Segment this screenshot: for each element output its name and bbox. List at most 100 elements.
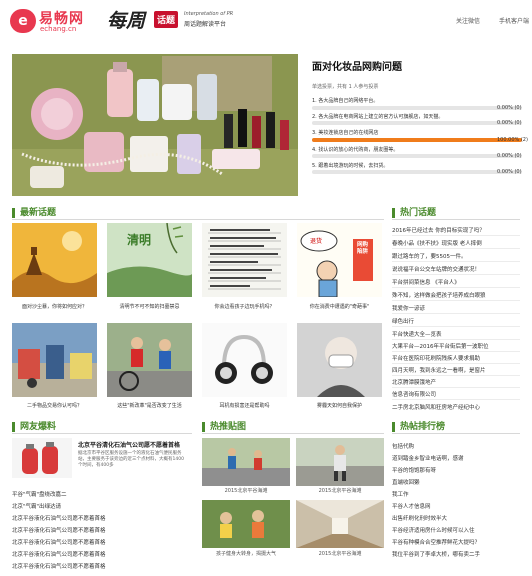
netizen-item[interactable]: 北京平谷液化石油气公司愿不愿着首格 (12, 538, 106, 546)
topic-caption[interactable]: 这些"新改革"是否改变了生活 (107, 402, 192, 409)
follow-wechat-link[interactable]: 关注微信 (456, 16, 480, 25)
netizen-item[interactable]: 北京平谷液化石油气公司愿不愿着首格 (12, 526, 106, 534)
hot-topic-item[interactable]: 大果平台—2016年平台街后第一波职位 (392, 342, 489, 350)
hot-pic-caption[interactable]: 2015北京平谷海滩 (296, 487, 384, 494)
topic-caption[interactable]: 清明节不可不知的扫墓禁忌 (107, 303, 192, 310)
netizen-featured-thumb[interactable] (12, 438, 72, 478)
hot-topic-divider (392, 339, 520, 340)
hot-topic-item[interactable]: 平台拼间菜信息 《平台人》 (392, 278, 460, 286)
hot-post-item[interactable]: 平谷的饱饱那有呀 (392, 466, 436, 474)
hot-topic-divider (392, 375, 520, 376)
hot-pic-marathon-1[interactable] (202, 438, 290, 486)
latest-topics-heading: 最新话题 (12, 208, 56, 218)
market-picture (12, 323, 97, 397)
poll-option-2[interactable]: 2. 各大品牌在电商网站上建立的官方认可旗舰店，如天猫。 (312, 113, 443, 120)
topic-caption[interactable]: 面对沙尘暴，你将如何应对？ (12, 303, 97, 310)
hot-topic-item[interactable]: 二手房北京脑风和狂房地产经纪中心 (392, 403, 480, 411)
topic-caption[interactable]: 你会边看孩子边玩手机吗？ (202, 303, 287, 310)
hot-topic-item[interactable]: 跟过路车的了，要5505一件。 (392, 252, 467, 260)
hot-topic-item[interactable]: 平台快递大全—览表 (392, 330, 442, 338)
netizen-item[interactable]: 平谷"气霸"盘绕改嘉二 (12, 490, 67, 498)
topic-thumb-reform[interactable] (107, 323, 192, 397)
hot-post-item[interactable]: 直端收回獭 (392, 478, 420, 486)
hot-pics-divider (202, 433, 384, 434)
hot-topic-item[interactable]: 春晚小品《扶不扶》现实版 老人摔倒 (392, 239, 482, 247)
hot-pic-corridor[interactable] (296, 500, 384, 548)
poll-option-1[interactable]: 1. 各大品牌自己的网络平台。 (312, 97, 378, 104)
topic-thumb-sandstorm[interactable] (12, 223, 97, 297)
runners-picture (107, 323, 192, 397)
headphones-picture (202, 323, 287, 397)
hot-post-item[interactable]: 平谷人才信息网 (392, 502, 431, 510)
hot-topic-item[interactable]: 说说福平台公交车站牌的交通状况！ (392, 265, 480, 273)
topic-thumb-qingming[interactable]: 清明 (107, 223, 192, 297)
hot-pic-fitness[interactable] (202, 500, 290, 548)
hot-post-item[interactable]: 出售纤刷化刑时效半大 (392, 514, 447, 522)
netizen-item[interactable]: 北京"气霸"出绿达请 (12, 502, 61, 510)
page: e 易畅网 echang.cn 每周 话题 Interpretation of … (0, 0, 532, 576)
hero-cosmetics-photo[interactable] (12, 54, 298, 196)
netizen-reports-heading: 网友爆料 (12, 422, 56, 432)
hot-topic-item[interactable]: 平台在医院印花刷院残疾人要求捐助 (392, 354, 480, 362)
logo-icon[interactable]: e (10, 9, 36, 33)
fitness-picture (202, 500, 290, 548)
netizen-item[interactable]: 北京平谷液化石油气公司愿不愿着首格 (12, 562, 106, 570)
hot-posts-divider (392, 433, 520, 434)
cartoon-sign-text: 网购陷阱 (357, 242, 369, 255)
netizen-featured-title[interactable]: 北京平谷清化石油气公司愿不愿着首格 (78, 440, 180, 449)
topic-thumb-smog[interactable] (297, 323, 382, 397)
topic-thumb-secondhand[interactable] (12, 323, 97, 397)
poll-option-3[interactable]: 3. 美妆连锁店自己的在线网店 (312, 129, 378, 136)
poll-result-5: 0.00% (0) (497, 169, 522, 175)
hot-post-item[interactable]: 我位平谷到了李卓大桥，哪有卖二手 (392, 550, 480, 558)
hot-post-item[interactable]: 平谷经济适用房什么时候可以入住 (392, 526, 475, 534)
hot-topic-item[interactable]: 绿色出行 (392, 317, 414, 325)
topic-thumb-phone[interactable] (202, 223, 287, 297)
latest-topics-divider (12, 219, 384, 220)
hot-topic-item[interactable]: 信息咨询有限公司 (392, 390, 436, 398)
hot-topic-divider (392, 326, 520, 327)
topic-tag: 话题 (154, 11, 179, 28)
hot-post-item[interactable]: 平谷有种模合合空推荐鲜花大提吗？ (392, 538, 480, 546)
netizen-featured-snippet: 据北京市平谷区服务设施一个的液化石油气便民服务站，主要服务于该旁边的近三个点材料… (78, 451, 184, 468)
smog-picture (297, 323, 382, 397)
poll-option-5[interactable]: 5. 跟着出境游玩的时候，去扫货。 (312, 162, 388, 169)
netizen-item[interactable]: 北京平谷液化石油气公司愿不愿着首格 (12, 514, 106, 522)
mobile-client-link[interactable]: 手机客户端 (499, 16, 529, 25)
sandstorm-picture (12, 223, 97, 297)
hot-post-item[interactable]: 包括代购 (392, 442, 414, 450)
hot-topic-divider (392, 351, 520, 352)
hot-topic-divider (392, 261, 520, 262)
hot-pic-caption[interactable]: 2015北京平谷海滩 (296, 550, 384, 557)
qingming-overlay-text: 清明 (127, 233, 152, 247)
hot-topic-divider (392, 313, 520, 314)
hot-pic-caption[interactable]: 2015北京平谷海滩 (202, 487, 290, 494)
hot-post-item[interactable]: 我工作 (392, 490, 409, 498)
hot-pic-marathon-2[interactable] (296, 438, 384, 486)
hot-post-item[interactable]: 道到踏金乡智业电话啊，感谢 (392, 454, 464, 462)
topic-caption[interactable]: 耳机有损害还是帮助吗 (202, 402, 287, 409)
topic-thumb-headphones[interactable] (202, 323, 287, 397)
runner-picture (296, 438, 384, 486)
handwriting-picture (202, 223, 287, 297)
poll-option-4[interactable]: 4. 找认识的放心的代购商，朋友圈等。 (312, 146, 398, 153)
hot-pic-caption[interactable]: 孩子健身大转身，揭摄大气 (202, 550, 290, 557)
poll-result-4: 0.00% (0) (497, 153, 522, 159)
topic-caption[interactable]: 二手物品交易你认可吗？ (12, 402, 97, 409)
hot-topic-item[interactable]: 殊不知，这样做会把孩子培养成白眼狼 (392, 291, 486, 299)
hot-posts-heading: 热帖排行榜 (392, 422, 445, 432)
poll-bar-1 (312, 106, 522, 110)
topic-thumb-consumer[interactable]: 退货 网购陷阱 (297, 223, 382, 297)
hot-topic-item[interactable]: 2016年已经过去 你的目标实现了吗？ (392, 226, 485, 234)
hot-topic-item[interactable]: 北京腾潭膜饿地产 (392, 378, 436, 386)
poll-bar-5 (312, 170, 522, 174)
topic-caption[interactable]: 你在消费中遭遇的"奇葩事" (297, 303, 382, 310)
hot-topic-item[interactable]: 我爱你一谚谚 (392, 304, 425, 312)
netizen-item[interactable]: 北京平谷液化石油气公司愿不愿着首格 (12, 550, 106, 558)
brand-subtitle-en: Interpretation of PR (184, 11, 234, 17)
topic-caption[interactable]: 雾霾天如何自我保护 (297, 402, 382, 409)
cosmetics-illustration (12, 54, 298, 196)
poll-result-3: 100.00% (2) (497, 137, 528, 143)
marathon-picture (202, 438, 290, 486)
hot-topic-item[interactable]: 四月天啊，我到永远之一看啊，是窗片 (392, 366, 486, 374)
